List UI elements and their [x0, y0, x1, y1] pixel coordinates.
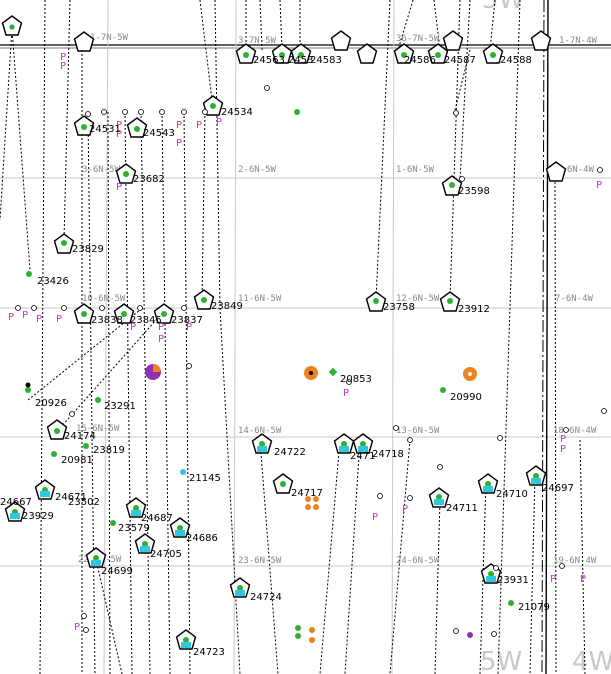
well-label: 24711: [446, 503, 478, 514]
well-label: 20926: [35, 398, 67, 409]
well-label: 24587: [444, 55, 476, 66]
permit-marker: P: [550, 574, 556, 585]
section-labels: 1-7N-5W 3-7N-5W 36-7N-5W 1-7N-4W 3-6N-5W…: [76, 33, 598, 566]
well-label: 20853: [340, 374, 372, 385]
well-label: 20990: [450, 392, 482, 403]
section-label: 1-7N-5W: [90, 33, 129, 43]
well-label: 24586: [404, 55, 436, 66]
permit-marker: P: [8, 312, 14, 323]
well-icon: [330, 30, 352, 51]
well-label: 24588: [500, 55, 532, 66]
well-label: 24724: [250, 592, 282, 603]
permit-marker: P: [402, 504, 408, 515]
permit-marker: P: [22, 310, 28, 321]
permit-marker: P: [176, 120, 182, 131]
well-label: 23837: [171, 315, 203, 326]
well-label: 21079: [518, 602, 550, 613]
well-label: 24667: [0, 497, 32, 508]
well-label: 23931: [497, 575, 529, 586]
well-label: 24174: [64, 431, 96, 442]
section-label: 3-7N-5W: [238, 36, 277, 46]
well-label: 24722: [274, 447, 306, 458]
township-label: 5W: [482, 0, 524, 15]
section-label: 7-6N-4W: [555, 294, 594, 304]
well-label: 23849: [211, 301, 243, 312]
township-label: 5W: [480, 647, 522, 674]
well-map[interactable]: 5W 5W 4W 1-7N-5W 3-7N-5W 36-7N-5W 1-7N-4…: [0, 0, 611, 674]
permit-marker: P: [196, 120, 202, 131]
section-label: 10-6N-5W: [82, 294, 126, 304]
well-icon: [442, 30, 464, 51]
permit-marker: P: [580, 574, 586, 585]
permit-marker: P: [596, 180, 602, 191]
well-label: 23502: [68, 497, 100, 508]
section-label: 2-6N-5W: [238, 165, 277, 175]
well-label: 24718: [372, 449, 404, 460]
section-label: 23-6N-5W: [238, 556, 282, 566]
well-label: 23929: [22, 511, 54, 522]
permit-marker: P: [74, 622, 80, 633]
section-label: 24-6N-5W: [396, 556, 440, 566]
well-label: 24534: [221, 107, 253, 118]
well-label: 24717: [291, 488, 323, 499]
township-label: 4W: [572, 647, 611, 674]
section-label: 1-7N-4W: [559, 36, 598, 46]
permit-marker: P: [60, 61, 66, 72]
well-icon: [356, 43, 378, 64]
permit-marker: P: [158, 334, 164, 345]
section-label: 3-6N-5W: [82, 165, 121, 175]
well-label: 23838: [91, 315, 123, 326]
well-label: 23819: [93, 445, 125, 456]
well-label: 23758: [383, 302, 415, 313]
well-label: 23579: [118, 523, 150, 534]
section-label: 13-6N-5W: [396, 426, 440, 436]
permit-marker: P: [372, 512, 378, 523]
well-label: 24583: [310, 55, 342, 66]
well-label: 24686: [186, 533, 218, 544]
well-label: 24723: [193, 647, 225, 658]
well-label: 23291: [104, 401, 136, 412]
section-label: 1-6N-5W: [396, 165, 435, 175]
section-grid: [0, 0, 611, 674]
well-label: 24705: [150, 549, 182, 560]
well-label: 24563: [253, 55, 285, 66]
well-label: 24710: [496, 489, 528, 500]
well-symbols[interactable]: [1, 15, 567, 650]
section-label: 14-6N-5W: [238, 426, 282, 436]
section-label: 36-7N-5W: [396, 34, 440, 44]
permit-marker: P: [36, 314, 42, 325]
well-label: 23912: [458, 304, 490, 315]
well-label: 24531: [89, 124, 121, 135]
well-label: 23845: [130, 315, 162, 326]
well-label: 24697: [542, 483, 574, 494]
permit-marker: P: [560, 444, 566, 455]
permit-markers: P P P P P P P P P P P P P P P P P P P P …: [8, 52, 602, 633]
permit-marker: P: [343, 388, 349, 399]
permit-marker: P: [56, 314, 62, 325]
well-label: 24699: [101, 566, 133, 577]
well-label: 24543: [143, 128, 175, 139]
permit-marker: P: [116, 182, 122, 193]
permit-marker: P: [176, 138, 182, 149]
well-label: 23426: [37, 276, 69, 287]
well-label: 21145: [189, 473, 221, 484]
well-label: 23829: [72, 244, 104, 255]
well-label: 23598: [458, 186, 490, 197]
well-label: 23682: [133, 174, 165, 185]
well-label: 20981: [61, 455, 93, 466]
permit-marker: P: [216, 117, 222, 128]
section-label: 11-6N-5W: [238, 294, 282, 304]
